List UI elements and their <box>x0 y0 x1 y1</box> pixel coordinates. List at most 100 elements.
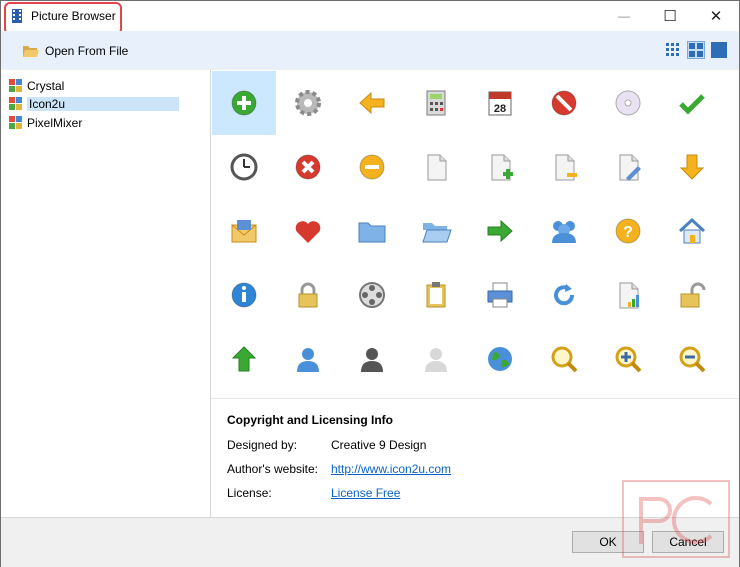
document-icon <box>420 151 452 183</box>
check-icon <box>676 87 708 119</box>
icon-cell-delete[interactable] <box>276 135 340 199</box>
icon-cell-user-gray[interactable] <box>340 327 404 391</box>
close-button[interactable]: ✕ <box>693 1 739 31</box>
open-from-file-label: Open From File <box>45 44 129 58</box>
icon-cell-cd[interactable] <box>596 71 660 135</box>
user-blue-icon <box>292 343 324 375</box>
icon-cell-back-arrow[interactable] <box>340 71 404 135</box>
small-icons-view-button[interactable] <box>664 41 682 59</box>
icon-cell-email[interactable] <box>212 199 276 263</box>
watermark-logo <box>622 480 730 558</box>
icon-cell-calculator[interactable] <box>404 71 468 135</box>
film-reel-icon <box>356 279 388 311</box>
medium-icons-view-button[interactable] <box>687 41 705 59</box>
icon-cell-user-white[interactable] <box>404 327 468 391</box>
collection-icon <box>9 116 22 129</box>
icon-cell-lock[interactable] <box>276 263 340 327</box>
license-link[interactable]: License Free <box>331 486 400 500</box>
printer-icon <box>484 279 516 311</box>
collection-icon <box>9 97 22 110</box>
icon-cell-check[interactable] <box>660 71 724 135</box>
info-title: Copyright and Licensing Info <box>227 413 393 427</box>
icon-cell-users[interactable] <box>532 199 596 263</box>
icon-cell-add[interactable] <box>212 71 276 135</box>
cd-icon <box>612 87 644 119</box>
maximize-button[interactable]: ☐ <box>647 1 693 31</box>
forward-arrow-icon <box>484 215 516 247</box>
icon-cell-clock[interactable] <box>212 135 276 199</box>
icon-cell-forward-arrow[interactable] <box>468 199 532 263</box>
icon-cell-minus[interactable] <box>340 135 404 199</box>
document-remove-icon <box>548 151 580 183</box>
down-arrow-icon <box>676 151 708 183</box>
icon-cell-printer[interactable] <box>468 263 532 327</box>
icon-cell-zoom-in[interactable] <box>596 327 660 391</box>
zoom-in-icon <box>612 343 644 375</box>
icon-cell-refresh[interactable] <box>532 263 596 327</box>
icon-cell-document-edit[interactable] <box>596 135 660 199</box>
icon-cell-document-add[interactable] <box>468 135 532 199</box>
folder-icon <box>356 215 388 247</box>
small-grid-icon <box>666 43 679 56</box>
refresh-icon <box>548 279 580 311</box>
icon-cell-home[interactable] <box>660 199 724 263</box>
zoom-out-icon <box>676 343 708 375</box>
open-folder-icon <box>420 215 452 247</box>
icon-cell-film-reel[interactable] <box>340 263 404 327</box>
search-icon <box>548 343 580 375</box>
collection-icon <box>9 79 22 92</box>
globe-icon <box>484 343 516 375</box>
icon-cell-zoom-out[interactable] <box>660 327 724 391</box>
unlock-icon <box>676 279 708 311</box>
minimize-button[interactable]: — <box>601 1 647 31</box>
tree-item-pixelmixer[interactable]: PixelMixer <box>9 114 82 132</box>
icon-cell-folder[interactable] <box>340 199 404 263</box>
icon-cell-heart[interactable] <box>276 199 340 263</box>
clipboard-icon <box>420 279 452 311</box>
collection-tree: Crystal Icon2u PixelMixer <box>1 70 211 517</box>
tree-item-label: Icon2u <box>27 97 179 111</box>
picture-browser-window: Picture Browser — ☐ ✕ Open From File Cry… <box>0 0 740 567</box>
svg-text:?: ? <box>623 224 633 241</box>
title-bar[interactable]: Picture Browser — ☐ ✕ <box>1 1 739 35</box>
website-link[interactable]: http://www.icon2u.com <box>331 462 451 476</box>
medium-grid-icon <box>689 43 703 57</box>
document-edit-icon <box>612 151 644 183</box>
delete-icon <box>292 151 324 183</box>
back-arrow-icon <box>356 87 388 119</box>
icon-grid: 28? <box>211 70 739 398</box>
open-from-file-button[interactable]: Open From File <box>23 41 128 61</box>
calendar-icon: 28 <box>484 87 516 119</box>
icon-cell-unlock[interactable] <box>660 263 724 327</box>
info-icon <box>228 279 260 311</box>
icon-cell-down-arrow[interactable] <box>660 135 724 199</box>
tree-item-icon2u[interactable]: Icon2u <box>9 95 179 113</box>
large-icons-view-button[interactable] <box>710 41 728 59</box>
calculator-icon <box>420 87 452 119</box>
icon-cell-chart-document[interactable] <box>596 263 660 327</box>
document-add-icon <box>484 151 516 183</box>
icon-cell-stop[interactable] <box>532 71 596 135</box>
designed-by-label: Designed by: <box>227 438 298 452</box>
icon-cell-up-arrow[interactable] <box>212 327 276 391</box>
home-icon <box>676 215 708 247</box>
icon-cell-search[interactable] <box>532 327 596 391</box>
icon-cell-calendar[interactable]: 28 <box>468 71 532 135</box>
icon-cell-open-folder[interactable] <box>404 199 468 263</box>
icon-cell-clipboard[interactable] <box>404 263 468 327</box>
designed-by-value: Creative 9 Design <box>331 438 427 452</box>
icon-cell-user-blue[interactable] <box>276 327 340 391</box>
icon-cell-settings[interactable] <box>276 71 340 135</box>
icon-cell-info[interactable] <box>212 263 276 327</box>
icon-cell-document-remove[interactable] <box>532 135 596 199</box>
user-white-icon <box>420 343 452 375</box>
icon-cell-globe[interactable] <box>468 327 532 391</box>
tree-item-label: Crystal <box>27 79 65 93</box>
toolbar: Open From File <box>1 31 739 69</box>
icon-cell-document[interactable] <box>404 135 468 199</box>
minus-icon <box>356 151 388 183</box>
chart-document-icon <box>612 279 644 311</box>
tree-item-crystal[interactable]: Crystal <box>9 77 64 95</box>
svg-text:28: 28 <box>494 103 506 115</box>
icon-cell-help[interactable]: ? <box>596 199 660 263</box>
